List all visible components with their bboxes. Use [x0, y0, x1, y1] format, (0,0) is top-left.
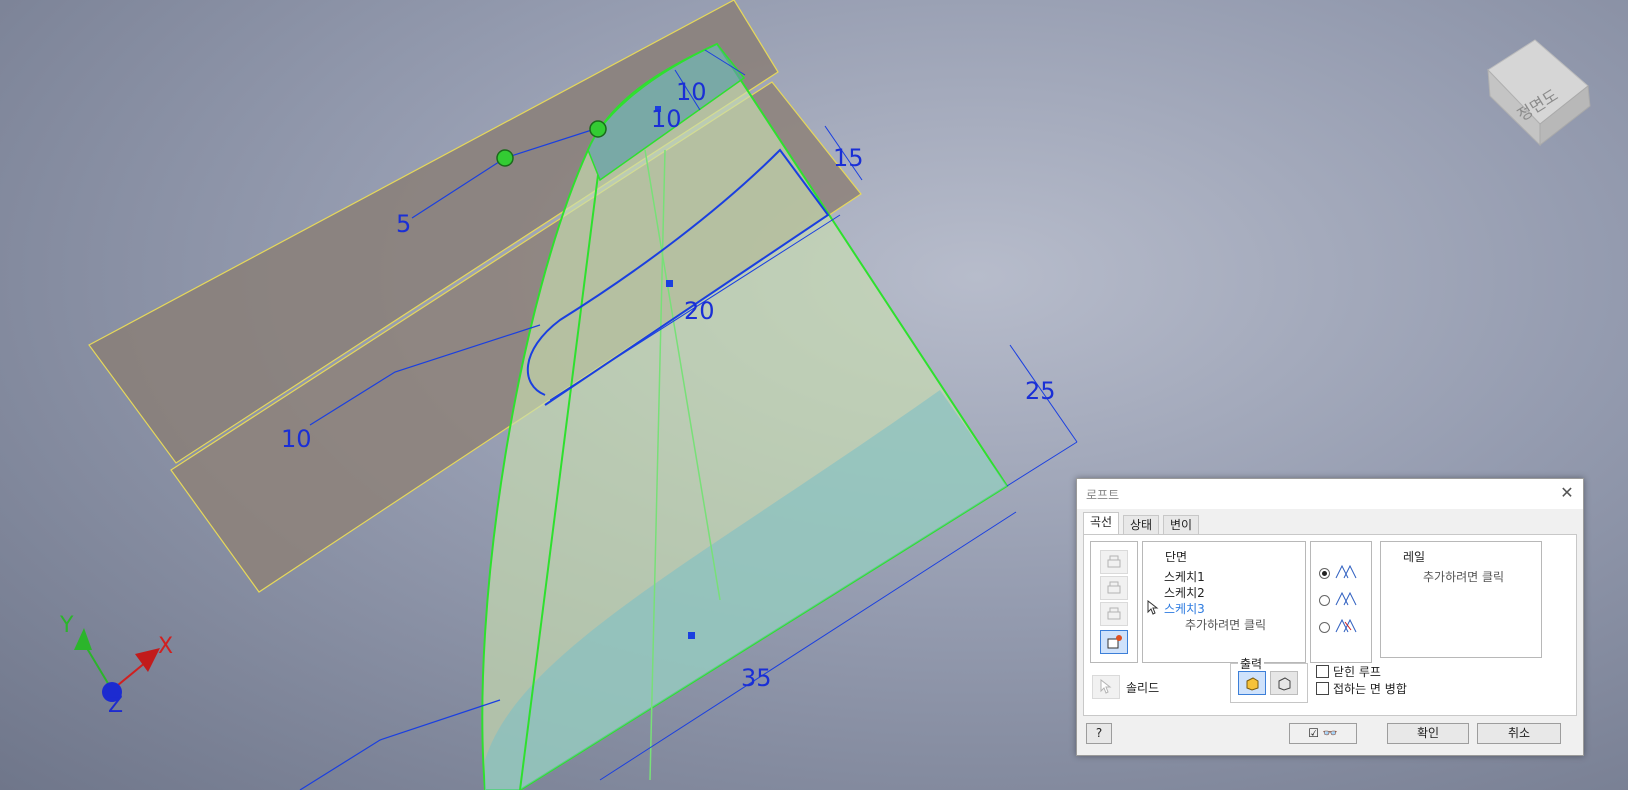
mouse-cursor-icon	[1147, 600, 1159, 615]
dimension-label[interactable]: 20	[684, 297, 715, 325]
dimension-label[interactable]: 10	[281, 425, 312, 453]
closed-loop-label: 닫힌 루프	[1333, 665, 1381, 679]
viewcube[interactable]: 정면도	[1487, 39, 1591, 147]
area-loft-icon	[1335, 618, 1357, 633]
dimension-label[interactable]: 5	[396, 210, 411, 238]
output-surface-button[interactable]	[1270, 671, 1298, 695]
move-up-button[interactable]	[1100, 550, 1128, 574]
merge-tangent-faces-label: 접하는 면 병합	[1333, 682, 1407, 696]
section-item-sketch2[interactable]: 스케치2	[1164, 584, 1205, 601]
dimension-label[interactable]: 35	[741, 664, 772, 692]
printer-up-icon	[1107, 555, 1121, 568]
center-marker[interactable]	[688, 632, 695, 639]
section-item-sketch3[interactable]: 스케치3	[1164, 600, 1205, 617]
remove-section-button[interactable]	[1100, 602, 1128, 626]
sections-add-hint[interactable]: 추가하려면 클릭	[1185, 616, 1266, 633]
add-section-button[interactable]	[1100, 630, 1128, 654]
center-marker[interactable]	[666, 280, 673, 287]
loft-type-centerline-radio[interactable]	[1319, 595, 1330, 606]
rails-header: 레일	[1403, 550, 1426, 564]
dialog-title: 로프트	[1086, 488, 1120, 502]
move-down-button[interactable]	[1100, 576, 1128, 600]
dimension-label[interactable]: 15	[833, 144, 864, 172]
tab-transition[interactable]: 변이	[1163, 515, 1200, 535]
tab-conditions[interactable]: 상태	[1123, 515, 1160, 535]
axis-z-label: Z	[108, 693, 123, 718]
help-icon: ?	[1095, 726, 1103, 740]
dimension-label[interactable]: 25	[1025, 377, 1056, 405]
section-add-icon	[1107, 635, 1122, 649]
section-item-sketch1[interactable]: 스케치1	[1164, 568, 1205, 585]
axis-y-label: Y	[59, 613, 74, 638]
sketch-grip-point[interactable]	[589, 120, 607, 138]
closed-loop-checkbox[interactable]	[1316, 665, 1329, 678]
rails-add-hint[interactable]: 추가하려면 클릭	[1423, 568, 1504, 585]
preview-toggle[interactable]: ☑ 👓	[1289, 723, 1357, 744]
merge-tangent-faces-checkbox[interactable]	[1316, 682, 1329, 695]
rails-list[interactable]: 레일 추가하려면 클릭	[1380, 541, 1542, 658]
dialog-title-bar[interactable]: 로프트 ✕	[1077, 479, 1583, 509]
solid-cube-icon	[1246, 677, 1259, 691]
tab-body: 단면 스케치1 스케치2 스케치3 추가하려면 클릭 레일 추가하려면 클릭 솔…	[1083, 534, 1577, 716]
glasses-icon: 👓	[1322, 726, 1338, 740]
surface-cube-icon	[1278, 677, 1291, 691]
close-icon: ✕	[1560, 483, 1574, 502]
axis-triad: Y X Z	[59, 613, 173, 718]
printer-remove-icon	[1107, 607, 1121, 620]
sections-header: 단면	[1165, 550, 1188, 564]
cancel-button[interactable]: 취소	[1477, 723, 1561, 744]
output-solid-button[interactable]	[1238, 671, 1266, 695]
arrow-select-icon	[1100, 679, 1112, 694]
centerline-loft-icon	[1335, 591, 1357, 606]
solid-select-button[interactable]	[1092, 675, 1120, 699]
sections-list[interactable]: 단면 스케치1 스케치2 스케치3 추가하려면 클릭	[1142, 541, 1306, 663]
loft-dialog[interactable]: 로프트 ✕ 곡선 상태 변이 단면 스케치1 스케치2 스케치3 추가하려면 클…	[1076, 478, 1584, 756]
help-button[interactable]: ?	[1086, 723, 1112, 744]
loft-type-panel	[1310, 541, 1372, 663]
tab-curves[interactable]: 곡선	[1083, 512, 1120, 536]
sketch-grip-point[interactable]	[496, 149, 514, 167]
solid-label: 솔리드	[1126, 681, 1160, 695]
ok-button[interactable]: 확인	[1387, 723, 1469, 744]
loft-type-rails-radio[interactable]	[1319, 568, 1330, 579]
dimension-label[interactable]: 10	[651, 105, 682, 133]
checkmark-icon: ☑	[1308, 726, 1319, 740]
printer-down-icon	[1107, 581, 1121, 594]
sketch3-profile[interactable]	[299, 699, 501, 790]
close-button[interactable]: ✕	[1557, 483, 1577, 503]
axis-x-label: X	[158, 634, 173, 659]
loft-type-area-radio[interactable]	[1319, 622, 1330, 633]
section-tools-panel	[1090, 541, 1138, 663]
rails-loft-icon	[1335, 564, 1357, 579]
output-label: 출력	[1238, 655, 1265, 672]
dimension-label[interactable]: 10	[676, 78, 707, 106]
